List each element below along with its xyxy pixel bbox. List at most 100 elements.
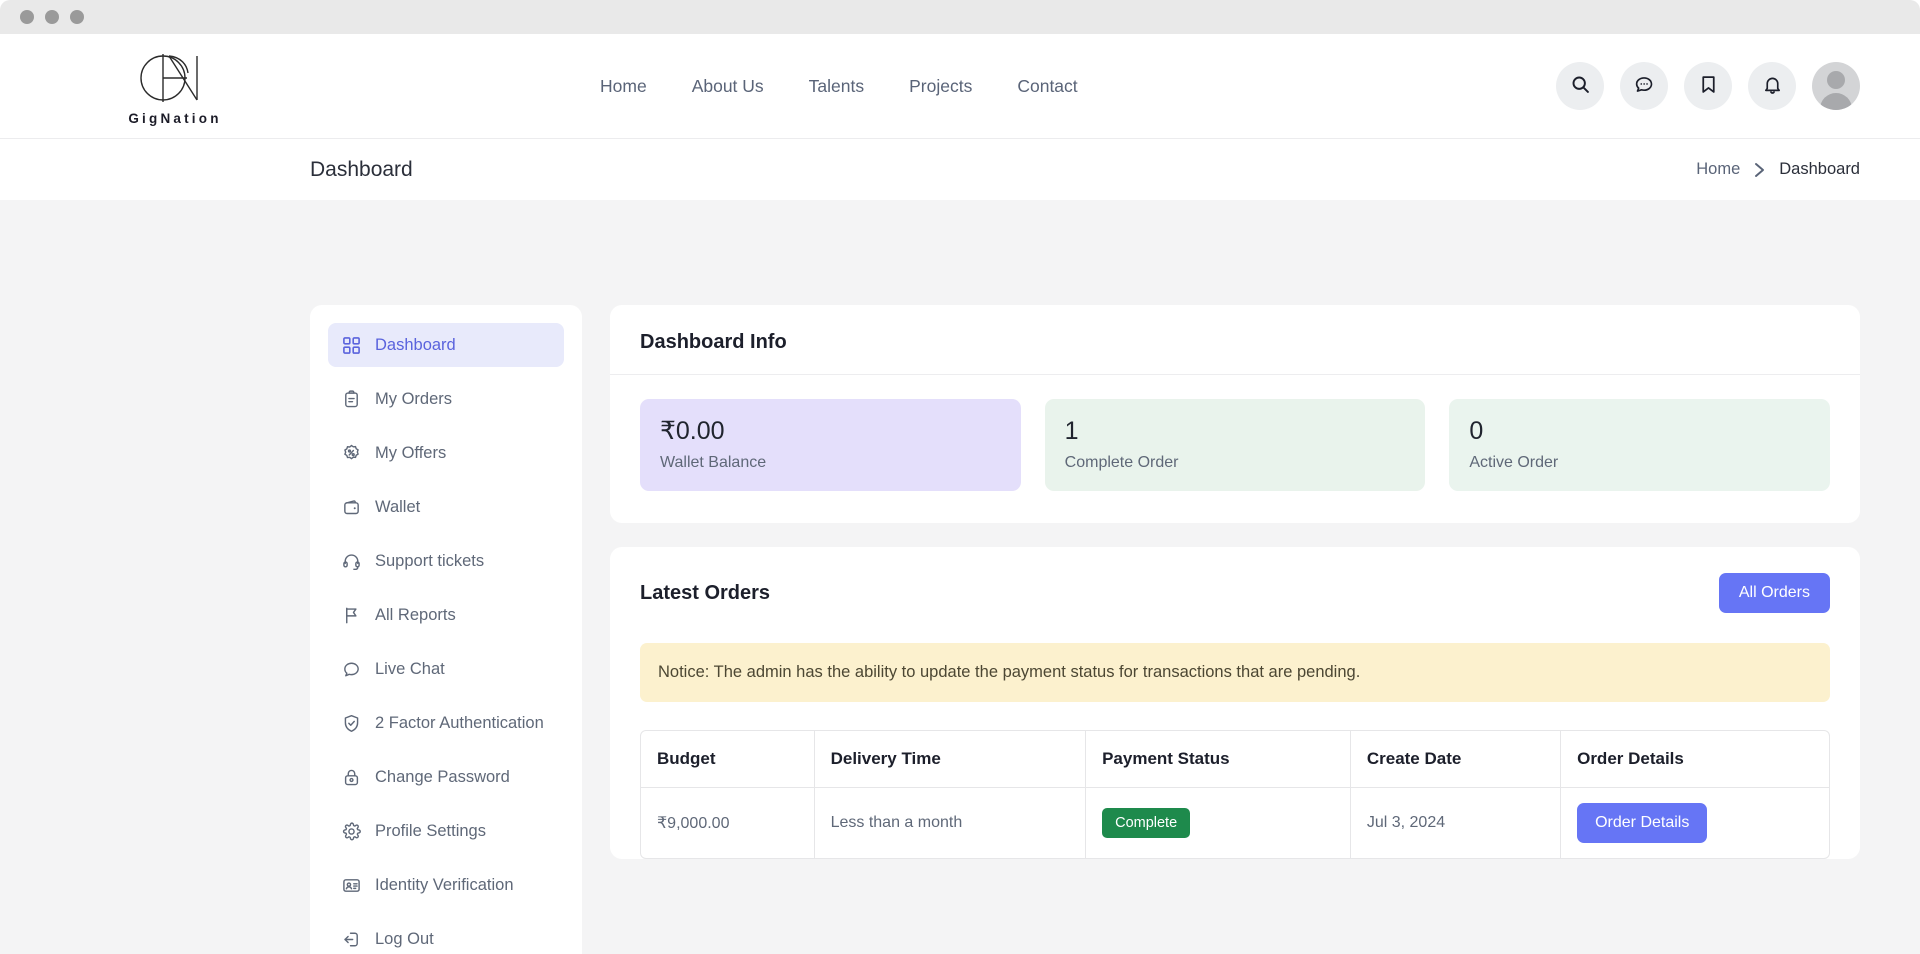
sidebar-item-dashboard[interactable]: Dashboard bbox=[328, 323, 564, 367]
stats-row: ₹0.00 Wallet Balance 1 Complete Order 0 … bbox=[610, 375, 1860, 523]
sidebar-item-label: Dashboard bbox=[375, 335, 456, 354]
dashboard-info-header: Dashboard Info bbox=[610, 305, 1860, 375]
nav-link-contact[interactable]: Contact bbox=[1017, 76, 1077, 97]
stat-card-active-order: 0 Active Order bbox=[1449, 399, 1831, 491]
page-title-bar: Dashboard Home Dashboard bbox=[0, 138, 1920, 200]
headset-icon bbox=[342, 552, 361, 571]
search-icon bbox=[1570, 74, 1591, 98]
latest-orders-title: Latest Orders bbox=[640, 581, 771, 604]
dashboard-info-title: Dashboard Info bbox=[640, 331, 787, 353]
sidebar-item-label: Change Password bbox=[375, 767, 510, 786]
wallet-icon bbox=[342, 498, 361, 517]
table-head: Budget Delivery Time Payment Status Crea… bbox=[641, 731, 1829, 788]
sidebar-item-all-reports[interactable]: All Reports bbox=[328, 593, 564, 637]
grid-icon bbox=[342, 336, 361, 355]
main-navigation: Home About Us Talents Projects Contact bbox=[600, 76, 1078, 97]
breadcrumb-home[interactable]: Home bbox=[1696, 160, 1740, 179]
window-minimize-dot[interactable] bbox=[45, 10, 59, 24]
sidebar-item-2-factor-authentication[interactable]: 2 Factor Authentication bbox=[328, 701, 564, 745]
dashboard-info-card: Dashboard Info ₹0.00 Wallet Balance 1 Co… bbox=[610, 305, 1860, 523]
nav-link-talents[interactable]: Talents bbox=[809, 76, 864, 97]
message-icon bbox=[1634, 74, 1655, 98]
sidebar-item-profile-settings[interactable]: Profile Settings bbox=[328, 809, 564, 853]
cell-order-details: Order Details bbox=[1561, 788, 1829, 859]
id-card-icon bbox=[342, 876, 361, 895]
breadcrumb: Home Dashboard bbox=[1696, 160, 1860, 179]
window-maximize-dot[interactable] bbox=[70, 10, 84, 24]
latest-orders-table: Budget Delivery Time Payment Status Crea… bbox=[641, 731, 1829, 858]
latest-orders-card: Latest Orders All Orders Notice: The adm… bbox=[610, 547, 1860, 859]
latest-orders-header: Latest Orders All Orders bbox=[610, 547, 1860, 619]
all-orders-button[interactable]: All Orders bbox=[1718, 573, 1830, 613]
table-body: ₹9,000.00 Less than a month Complete Jul… bbox=[641, 787, 1829, 859]
discount-badge-icon bbox=[342, 444, 361, 463]
nav-link-projects[interactable]: Projects bbox=[909, 76, 972, 97]
breadcrumb-current: Dashboard bbox=[1779, 160, 1860, 178]
table-row: ₹9,000.00 Less than a month Complete Jul… bbox=[641, 787, 1829, 859]
stat-label: Wallet Balance bbox=[660, 454, 767, 471]
sidebar-item-change-password[interactable]: Change Password bbox=[328, 755, 564, 799]
cell-budget: ₹9,000.00 bbox=[641, 787, 815, 858]
sidebar-item-label: Wallet bbox=[375, 497, 421, 516]
page-title: Dashboard bbox=[310, 157, 413, 181]
column-header-create-date: Create Date bbox=[1350, 731, 1562, 788]
stat-card-wallet-balance: ₹0.00 Wallet Balance bbox=[640, 399, 1021, 491]
sidebar-item-label: Log Out bbox=[375, 929, 434, 948]
search-button[interactable] bbox=[1556, 62, 1604, 110]
shield-check-icon bbox=[342, 714, 361, 733]
column-header-order-details: Order Details bbox=[1560, 731, 1829, 788]
notice-banner: Notice: The admin has the ability to upd… bbox=[640, 643, 1830, 702]
stat-card-complete-order: 1 Complete Order bbox=[1044, 399, 1426, 491]
dashboard-main-column: Dashboard Info ₹0.00 Wallet Balance 1 Co… bbox=[610, 305, 1860, 954]
stat-value: 0 bbox=[1469, 417, 1484, 445]
site-logo[interactable]: GigNation bbox=[0, 47, 300, 126]
gear-icon bbox=[342, 821, 361, 841]
stat-label: Active Order bbox=[1469, 454, 1559, 471]
chat-bubble-icon bbox=[342, 660, 361, 679]
stat-value: ₹0.00 bbox=[660, 417, 725, 445]
sidebar-item-label: Profile Settings bbox=[375, 821, 486, 840]
sidebar-item-wallet[interactable]: Wallet bbox=[328, 485, 564, 529]
site-header: GigNation Home About Us Talents Projects… bbox=[0, 34, 1920, 138]
sidebar-item-identity-verification[interactable]: Identity Verification bbox=[328, 863, 564, 907]
sidebar-item-label: My Offers bbox=[375, 443, 447, 462]
sidebar-item-my-offers[interactable]: My Offers bbox=[328, 431, 564, 475]
sidebar-item-label: Live Chat bbox=[375, 659, 445, 678]
sidebar-item-live-chat[interactable]: Live Chat bbox=[328, 647, 564, 691]
sidebar-item-log-out[interactable]: Log Out bbox=[328, 917, 564, 954]
gignation-circle-n-logo bbox=[129, 47, 221, 109]
window-close-dot[interactable] bbox=[20, 10, 34, 24]
page-content: Dashboard My Orders My Offers Wallet Sup… bbox=[0, 200, 1920, 954]
nav-link-about-us[interactable]: About Us bbox=[692, 76, 764, 97]
column-header-delivery-time: Delivery Time bbox=[814, 731, 1087, 788]
lock-icon bbox=[342, 768, 361, 787]
sidebar-item-support-tickets[interactable]: Support tickets bbox=[328, 539, 564, 583]
dashboard-sidebar: Dashboard My Orders My Offers Wallet Sup… bbox=[310, 305, 582, 954]
table-header-row: Budget Delivery Time Payment Status Crea… bbox=[641, 731, 1829, 788]
sidebar-item-label: My Orders bbox=[375, 389, 453, 408]
bookmarks-button[interactable] bbox=[1684, 62, 1732, 110]
messages-button[interactable] bbox=[1620, 62, 1668, 110]
sidebar-item-label: 2 Factor Authentication bbox=[375, 713, 544, 732]
flag-icon bbox=[342, 606, 361, 625]
clipboard-icon bbox=[342, 389, 361, 409]
stat-label: Complete Order bbox=[1064, 454, 1179, 471]
page-viewport: GigNation Home About Us Talents Projects… bbox=[0, 34, 1920, 954]
latest-orders-table-wrapper: Budget Delivery Time Payment Status Crea… bbox=[640, 730, 1830, 859]
chevron-right-icon bbox=[1754, 162, 1765, 178]
site-logo-text: GigNation bbox=[128, 110, 222, 126]
bell-icon bbox=[1762, 74, 1783, 98]
sidebar-item-label: All Reports bbox=[375, 605, 456, 624]
nav-link-home[interactable]: Home bbox=[600, 76, 647, 97]
column-header-payment-status: Payment Status bbox=[1085, 731, 1351, 788]
sidebar-item-my-orders[interactable]: My Orders bbox=[328, 377, 564, 421]
sidebar-item-label: Support tickets bbox=[375, 551, 485, 570]
order-details-button[interactable]: Order Details bbox=[1577, 803, 1708, 843]
status-badge: Complete bbox=[1102, 808, 1191, 838]
cell-create-date: Jul 3, 2024 bbox=[1350, 787, 1562, 858]
sidebar-item-label: Identity Verification bbox=[375, 875, 514, 894]
cell-delivery-time: Less than a month bbox=[814, 787, 1087, 858]
column-header-budget: Budget bbox=[641, 731, 815, 788]
user-avatar[interactable] bbox=[1812, 62, 1860, 110]
notifications-button[interactable] bbox=[1748, 62, 1796, 110]
